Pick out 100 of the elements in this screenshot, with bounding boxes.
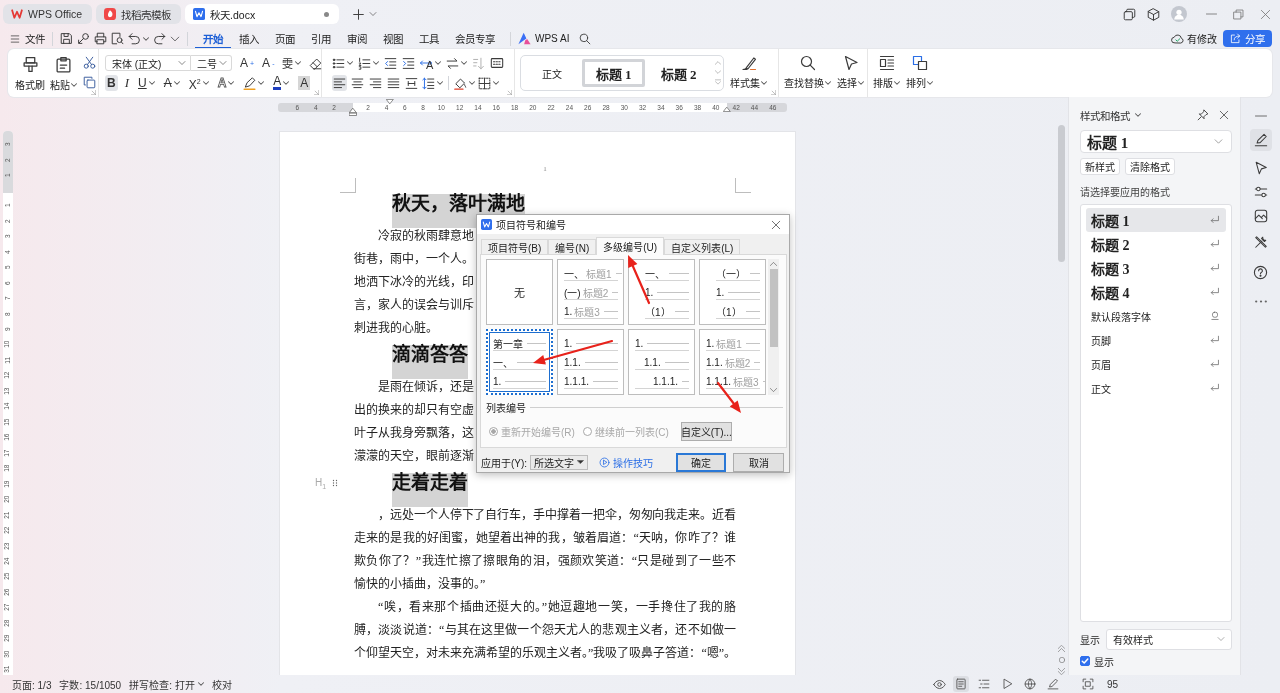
format-painter-button[interactable]: 格式刷 xyxy=(15,55,45,93)
scrollbar-thumb[interactable] xyxy=(769,269,778,347)
ribbon-tab[interactable]: 页面 xyxy=(267,28,303,49)
font-color-button[interactable]: A xyxy=(271,75,292,91)
style-list-item[interactable]: 标题 2 xyxy=(1086,232,1226,256)
ai-button[interactable]: WPS AI xyxy=(518,32,570,45)
scrollbar-track[interactable] xyxy=(768,259,779,395)
arrange-button[interactable]: 排列 xyxy=(903,55,936,93)
close-icon[interactable] xyxy=(1219,110,1229,120)
list-preset[interactable]: （一） 1. （1） xyxy=(699,259,766,325)
pen-button[interactable] xyxy=(1249,129,1272,151)
eraser-icon[interactable] xyxy=(309,56,323,70)
ribbon-tab[interactable]: 会员专享 xyxy=(447,28,503,49)
play-circle-icon[interactable] xyxy=(599,456,611,468)
style-preset[interactable]: 正文 xyxy=(524,59,580,87)
list-preset[interactable]: 无 xyxy=(486,259,553,325)
layout-button[interactable]: 排版 xyxy=(870,55,903,93)
shrink-font-button[interactable]: A$^{-}$ xyxy=(262,56,275,70)
cancel-button[interactable]: 取消 xyxy=(733,452,784,472)
scroll-up-icon[interactable] xyxy=(770,262,777,266)
drag-handle-icon[interactable] xyxy=(331,479,340,487)
phonetic-guide-button[interactable]: 雯 xyxy=(282,55,302,71)
grow-font-button[interactable]: A$^{+}$ xyxy=(240,56,255,70)
strikethrough-button[interactable]: A xyxy=(161,75,182,91)
character-shading-button[interactable]: A xyxy=(296,75,313,91)
decrease-indent-icon[interactable] xyxy=(384,56,397,70)
find-replace-button[interactable]: 查找替换 xyxy=(781,55,834,93)
more-icon[interactable] xyxy=(1254,300,1267,303)
help-icon[interactable] xyxy=(1253,265,1268,280)
font-size-select[interactable]: 二号 xyxy=(191,55,232,71)
style-list-item[interactable]: 默认段落字体 xyxy=(1086,304,1226,328)
dashed-lines-box-icon[interactable] xyxy=(490,56,505,70)
list-preset[interactable]: 1. 1.1. 1.1.1. xyxy=(628,329,695,395)
line-spacing-button[interactable] xyxy=(422,76,443,90)
ok-button[interactable]: 确定 xyxy=(676,452,726,472)
bullets-button[interactable] xyxy=(332,56,353,70)
justify-button[interactable] xyxy=(386,75,401,91)
search-icon[interactable] xyxy=(579,32,592,45)
preview-checkbox[interactable]: 显示 xyxy=(1080,654,1232,668)
cursor-icon[interactable] xyxy=(1253,161,1268,175)
eye-icon[interactable] xyxy=(932,677,946,691)
paste-button[interactable]: 粘贴 xyxy=(50,55,77,93)
align-right-button[interactable] xyxy=(368,75,383,91)
spell-check-button[interactable]: 拼写检查: 打开 xyxy=(129,676,204,692)
window-tab[interactable]: 找稻壳模板 xyxy=(96,4,182,24)
numbering-button[interactable] xyxy=(358,56,379,70)
style-list-item[interactable]: 标题 3 xyxy=(1086,256,1226,280)
list-preset[interactable]: 第一章 一、 1. xyxy=(486,329,553,395)
borders-button[interactable] xyxy=(478,76,499,90)
style-list-item[interactable]: 标题 4 xyxy=(1086,280,1226,304)
frame-corners-icon[interactable] xyxy=(1081,678,1094,690)
scroll-down-icon[interactable] xyxy=(770,388,777,392)
sliders-icon[interactable] xyxy=(1253,185,1268,199)
close-icon[interactable] xyxy=(1260,8,1271,20)
scrollbar-thumb[interactable] xyxy=(1058,125,1065,262)
zoom-level[interactable]: 95 xyxy=(1106,678,1118,690)
tools-icon[interactable] xyxy=(1253,235,1268,249)
ribbon-tab[interactable]: 审阅 xyxy=(339,28,375,49)
superscript-button[interactable]: X$^{2}$ xyxy=(186,75,211,91)
circle-arrow-icon[interactable] xyxy=(77,32,90,45)
style-list-item[interactable]: 标题 1 xyxy=(1086,208,1226,232)
chevron-down-icon[interactable] xyxy=(170,33,180,44)
shading-button[interactable] xyxy=(454,76,475,90)
align-left-button[interactable] xyxy=(332,75,347,91)
file-menu[interactable]: 文件 xyxy=(10,31,45,46)
ribbon-tab[interactable]: 引用 xyxy=(303,28,339,49)
customize-button[interactable]: 自定义(T)... xyxy=(680,421,732,441)
ribbon-tab[interactable]: 插入 xyxy=(231,28,267,49)
dialog-tab[interactable]: 项目符号(B) xyxy=(481,239,549,254)
redo-icon[interactable] xyxy=(153,32,166,45)
new-style-button[interactable]: 新样式 xyxy=(1080,158,1120,175)
image-edit-icon[interactable] xyxy=(1253,209,1268,223)
print-icon[interactable] xyxy=(94,32,107,45)
apply-to-select[interactable]: 所选文字 xyxy=(530,454,589,470)
font-family-select[interactable]: 宋体 (正文) xyxy=(105,55,191,71)
show-select[interactable]: 有效样式 xyxy=(1106,628,1232,650)
style-list-item[interactable]: 页脚 xyxy=(1086,328,1226,352)
ribbon-tab[interactable]: 视图 xyxy=(375,28,411,49)
indent-marker-icon[interactable] xyxy=(723,107,731,112)
style-list-item[interactable]: 正文 xyxy=(1086,376,1226,400)
window-tab[interactable]: 秋天.docx xyxy=(185,4,340,24)
underline-button[interactable]: U xyxy=(136,75,157,91)
tips-link[interactable]: 操作技巧 xyxy=(613,454,654,470)
clear-format-button[interactable]: 清除格式 xyxy=(1125,158,1175,175)
cube-icon[interactable] xyxy=(1147,7,1160,21)
style-list-item[interactable]: 页眉 xyxy=(1086,352,1226,376)
pane-title-button[interactable]: 样式和格式 xyxy=(1080,107,1141,123)
distribute-button[interactable] xyxy=(404,75,419,91)
list-preset[interactable]: 一、 1. （1） xyxy=(628,259,695,325)
align-center-button[interactable] xyxy=(350,75,365,91)
increase-indent-icon[interactable] xyxy=(402,56,415,70)
dialog-tab[interactable]: 多级编号(U) xyxy=(596,237,665,255)
undo-icon[interactable] xyxy=(128,32,141,45)
view-mode-button[interactable] xyxy=(952,676,969,692)
plus-icon[interactable] xyxy=(353,8,365,20)
italic-button[interactable]: I xyxy=(122,75,131,91)
sync-status-button[interactable]: 有修改 xyxy=(1171,31,1217,46)
list-preset[interactable]: 1. 1.1. 1.1.1. xyxy=(557,329,624,395)
text-direction-button[interactable]: A xyxy=(420,55,442,71)
share-button[interactable]: 分享 xyxy=(1223,30,1272,47)
